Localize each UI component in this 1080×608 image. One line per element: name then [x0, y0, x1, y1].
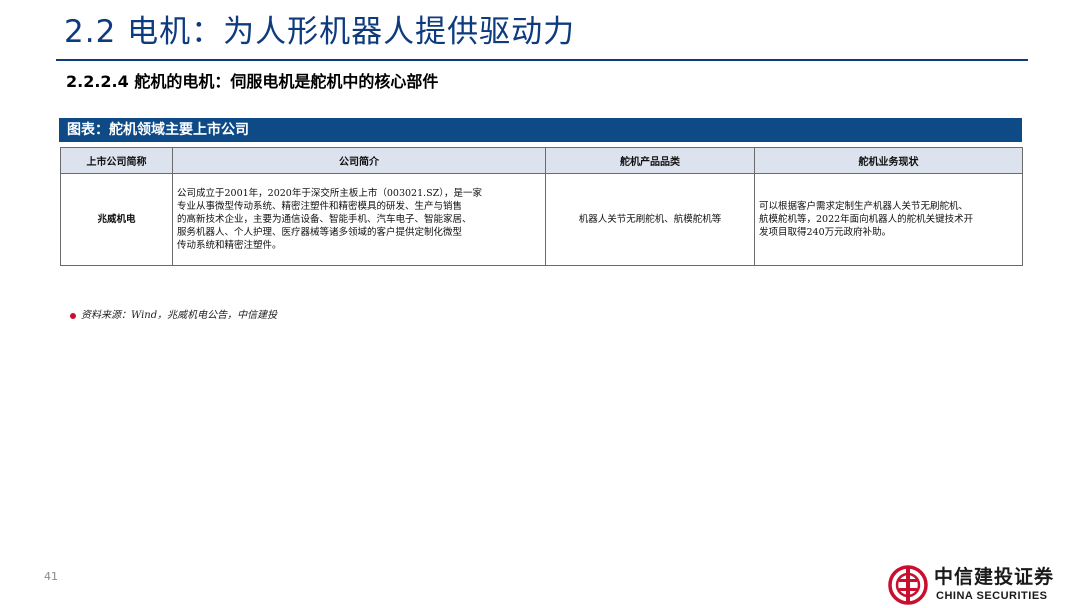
- source-note: 资料来源：Wind，兆威机电公告，中信建投: [70, 308, 277, 324]
- status-line: 航模舵机等，2022年面向机器人的舵机关键技术开: [759, 214, 974, 225]
- red-bullet-icon: [70, 312, 76, 319]
- business-status-cell: 可以根据客户需求定制生产机器人关节无刷舵机、 航模舵机等，2022年面向机器人的…: [754, 173, 1023, 266]
- status-line: 可以根据客户需求定制生产机器人关节无刷舵机、: [759, 201, 969, 212]
- product-category-cell: 机器人关节无刷舵机、航模舵机等: [545, 173, 755, 266]
- source-text: 资料来源：Wind，兆威机电公告，中信建投: [81, 310, 278, 321]
- logo-english-name: CHINA SECURITIES: [936, 590, 1048, 602]
- table-header-row: 上市公司简称 公司简介 舵机产品品类 舵机业务现状: [60, 147, 1023, 174]
- company-name-cell: 兆威机电: [60, 173, 173, 266]
- column-header-status: 舵机业务现状: [754, 147, 1023, 174]
- column-header-intro: 公司简介: [172, 147, 546, 174]
- intro-line: 传动系统和精密注塑件。: [177, 240, 282, 251]
- status-line: 发项目取得240万元政府补助。: [759, 227, 892, 238]
- company-logo: 中信建投证券 CHINA SECURITIES: [888, 565, 1068, 605]
- page-number: 41: [44, 570, 58, 583]
- figure-caption: 图表：舵机领域主要上市公司: [59, 118, 1022, 142]
- column-header-products: 舵机产品品类: [545, 147, 755, 174]
- intro-line: 服务机器人、个人护理、医疗器械等诸多领域的客户提供定制化微型: [177, 227, 463, 238]
- company-table: 上市公司简称 公司简介 舵机产品品类 舵机业务现状 兆威机电 公司成立于2001…: [60, 147, 1023, 266]
- logo-chinese-name: 中信建投证券: [934, 566, 1055, 588]
- table-row: 兆威机电 公司成立于2001年，2020年于深交所主板上市（003021.SZ）…: [60, 173, 1023, 266]
- intro-line: 专业从事微型传动系统、精密注塑件和精密模具的研发、生产与销售: [177, 201, 463, 212]
- china-securities-logo-icon: [888, 565, 928, 605]
- slide-title: 2.2 电机：为人形机器人提供驱动力: [64, 14, 576, 50]
- company-intro-cell: 公司成立于2001年，2020年于深交所主板上市（003021.SZ），是一家 …: [172, 173, 546, 266]
- intro-line: 的高新技术企业，主要为通信设备、智能手机、汽车电子、智能家居、: [177, 214, 472, 225]
- intro-line: 公司成立于2001年，2020年于深交所主板上市（003021.SZ），是一家: [177, 188, 482, 199]
- column-header-company: 上市公司简称: [60, 147, 173, 174]
- section-subtitle: 2.2.2.4 舵机的电机：伺服电机是舵机中的核心部件: [66, 72, 439, 91]
- title-divider: [56, 59, 1028, 61]
